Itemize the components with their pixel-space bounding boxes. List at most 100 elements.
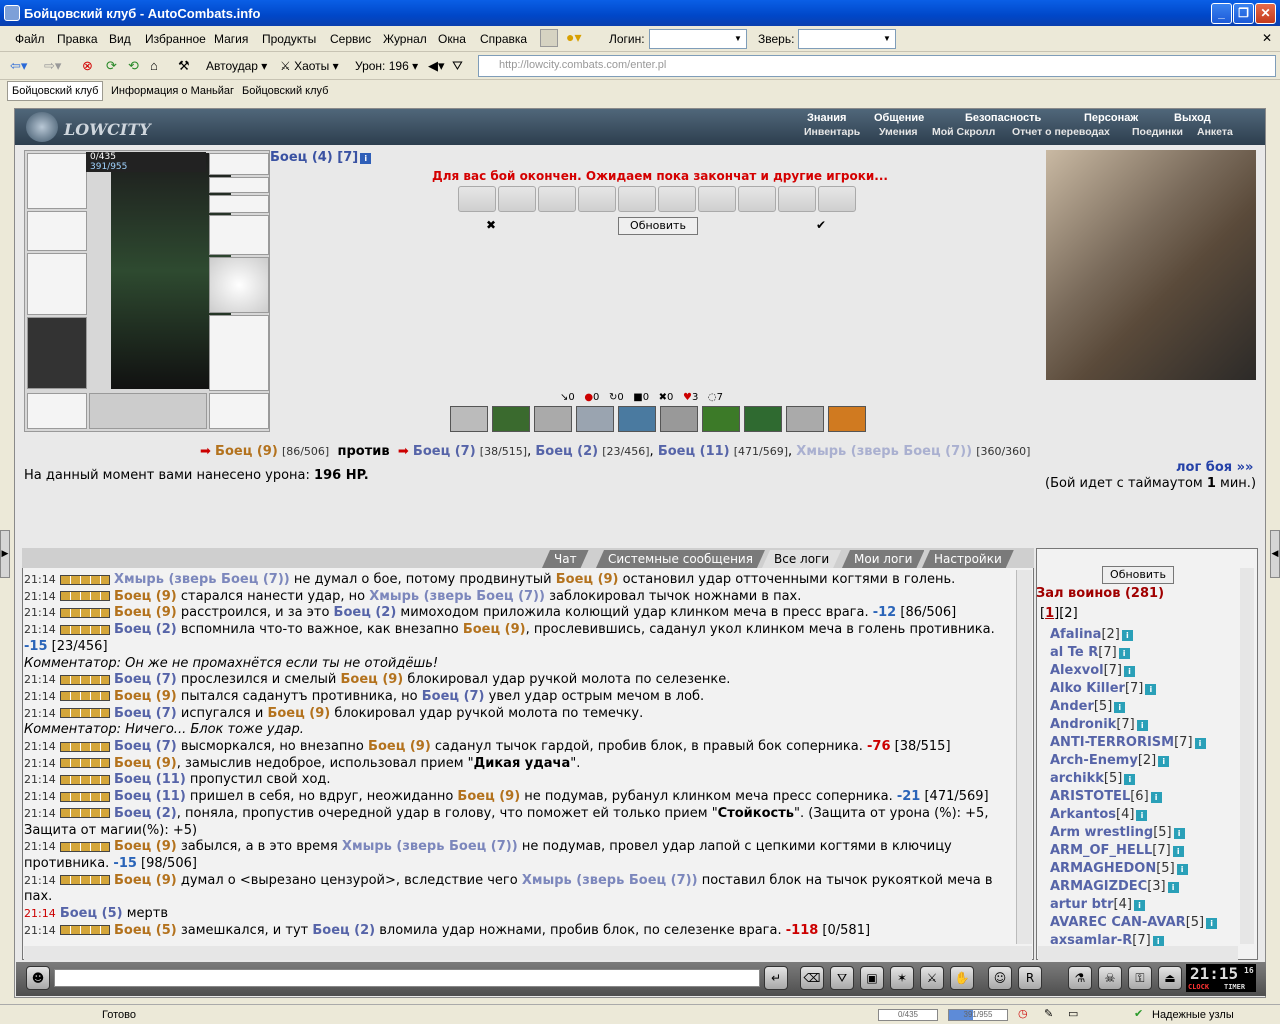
info-icon[interactable]: i [1121,630,1133,641]
earrings-slot[interactable] [209,153,269,175]
info-icon[interactable]: i [1124,774,1136,785]
player-name[interactable]: Andronik [1050,717,1116,732]
home-icon[interactable] [540,29,558,47]
shield-slot[interactable] [209,257,269,313]
tab-system[interactable]: Системные сообщения [596,550,765,568]
effect-icon[interactable] [450,406,488,432]
nav-skills[interactable]: Умения [879,126,918,138]
scroll-slot[interactable] [498,186,536,212]
note-icon[interactable]: ✎ [1044,1007,1053,1020]
menu-edit[interactable]: Правка [57,32,98,46]
scroll-slot[interactable] [818,186,856,212]
address-field[interactable]: http://lowcity.combats.com/enter.pl [478,55,1276,77]
smiley-icon[interactable]: ☺ [988,966,1012,990]
chat-hscrollbar[interactable] [24,946,1032,960]
opponent-name[interactable]: Боец (2) [535,444,598,459]
menu-file[interactable]: Файл [15,32,45,46]
nav-knowledge[interactable]: Знания [807,112,846,124]
player-list-item[interactable]: Alexvol[7] i [1050,662,1240,680]
player-name[interactable]: Arch-Enemy [1050,753,1138,768]
info-icon[interactable]: i [1136,810,1148,821]
back-icon[interactable]: ⇦▾ [10,56,27,76]
nav-exit[interactable]: Выход [1174,112,1211,124]
menu-view[interactable]: Вид [109,32,131,46]
info-icon[interactable]: i [1133,900,1145,911]
ok-icon[interactable]: ✔ [816,218,826,232]
player-list-item[interactable]: ARMAGIZDEC[3] i [1050,878,1240,896]
player-name[interactable]: ARMAGIZDEC [1050,879,1147,894]
player-list-item[interactable]: Arm wrestling[5] i [1050,824,1240,842]
gloves-slot[interactable] [209,215,269,255]
nav-character[interactable]: Персонаж [1084,112,1138,124]
tab-info[interactable]: Информация о Маньйаг [106,81,239,101]
cancel-icon[interactable]: ✖ [486,218,496,232]
eraser-icon[interactable]: ⌫ [800,966,824,990]
player-list-item[interactable]: archikk[5] i [1050,770,1240,788]
hall-hscrollbar[interactable] [1038,946,1238,960]
menu-journal[interactable]: Журнал [383,32,427,46]
player-name[interactable]: Alexvol [1050,663,1104,678]
tab-my-logs[interactable]: Мои логи [842,550,924,568]
save-icon[interactable]: ▣ [860,966,884,990]
effect-icon[interactable] [492,406,530,432]
player-name[interactable]: ARM_OF_HELL [1050,843,1152,858]
chat-scrollbar[interactable] [1016,570,1032,944]
player-name[interactable]: ARMAGHEDON [1050,861,1156,876]
info-icon[interactable]: i [1172,846,1184,857]
scroll-slot[interactable] [658,186,696,212]
scroll-slot[interactable] [578,186,616,212]
minimize-button[interactable]: _ [1211,3,1232,24]
send-icon[interactable]: ↵ [764,966,788,990]
player-list-item[interactable]: Afalina[2] i [1050,626,1240,644]
amulet-slot[interactable] [27,153,87,209]
filter-icon[interactable]: ⛛ [830,966,854,990]
menu-windows[interactable]: Окна [438,32,466,46]
player-list-item[interactable]: Arch-Enemy[2] i [1050,752,1240,770]
home-icon[interactable]: ⌂ [150,56,158,76]
forward-icon[interactable]: ⇨▾ [44,56,61,76]
menu-service[interactable]: Сервис [330,32,371,46]
player-name[interactable]: Ander [1050,699,1094,714]
tab-settings[interactable]: Настройки [922,550,1014,568]
scroll-slot[interactable] [698,186,736,212]
opponent-name[interactable]: Боец (7) [413,444,476,459]
clock-icon[interactable]: ◷ [1018,1007,1028,1020]
player-list-item[interactable]: ARM_OF_HELL[7] i [1050,842,1240,860]
nav-security[interactable]: Безопасность [965,112,1041,124]
scroll-slot[interactable] [538,186,576,212]
nav-duels[interactable]: Поединки [1132,126,1183,138]
info-icon[interactable]: i [1176,864,1188,875]
info-icon[interactable]: i [1150,792,1162,803]
close-menu-icon[interactable]: ✕ [1262,31,1272,45]
pants-slot[interactable] [209,315,269,391]
sound-icon[interactable]: ◀▾ [428,56,445,76]
refresh-all-icon[interactable]: ⟲ [128,56,139,76]
player-list-item[interactable]: AVAREC CAN-AVAR[5] i [1050,914,1240,932]
tab-fight-club-2[interactable]: Бойцовский клуб [237,81,333,101]
necklace-slot[interactable] [209,177,269,193]
player-name[interactable]: Alko Killer [1050,681,1125,696]
player-list-item[interactable]: ANTI-TERRORISM[7] i [1050,734,1240,752]
autoudar-button[interactable]: Автоудар ▾ [206,56,267,76]
player-name[interactable]: al Te R [1050,645,1098,660]
refresh-button[interactable]: Обновить [618,217,698,235]
scroll-slot[interactable] [778,186,816,212]
fight-icon[interactable]: ✶ [890,966,914,990]
effect-icon[interactable] [618,406,656,432]
beast-select[interactable]: ▼ [798,29,896,49]
tab-fight-club[interactable]: Бойцовский клуб [7,81,104,101]
player-left[interactable]: Боец (9) [215,444,278,459]
player-list-item[interactable]: ARISTOTEL[6] i [1050,788,1240,806]
maximize-button[interactable]: ❐ [1233,3,1254,24]
hall-scrollbar[interactable] [1240,568,1254,944]
info-icon[interactable]: i [1118,648,1130,659]
player-name[interactable]: ANTI-TERRORISM [1050,735,1174,750]
mask-icon[interactable]: ☠ [1098,966,1122,990]
player-name[interactable]: AVAREC CAN-AVAR [1050,915,1186,930]
monitor-icon[interactable]: ▭ [1068,1007,1078,1020]
opponent-name[interactable]: Хмырь (зверь Боец (7)) [796,444,972,459]
player-name[interactable]: archikk [1050,771,1104,786]
nav-communication[interactable]: Общение [874,112,924,124]
info-icon[interactable]: i [1194,738,1206,749]
nav-profile[interactable]: Анкета [1197,126,1233,138]
